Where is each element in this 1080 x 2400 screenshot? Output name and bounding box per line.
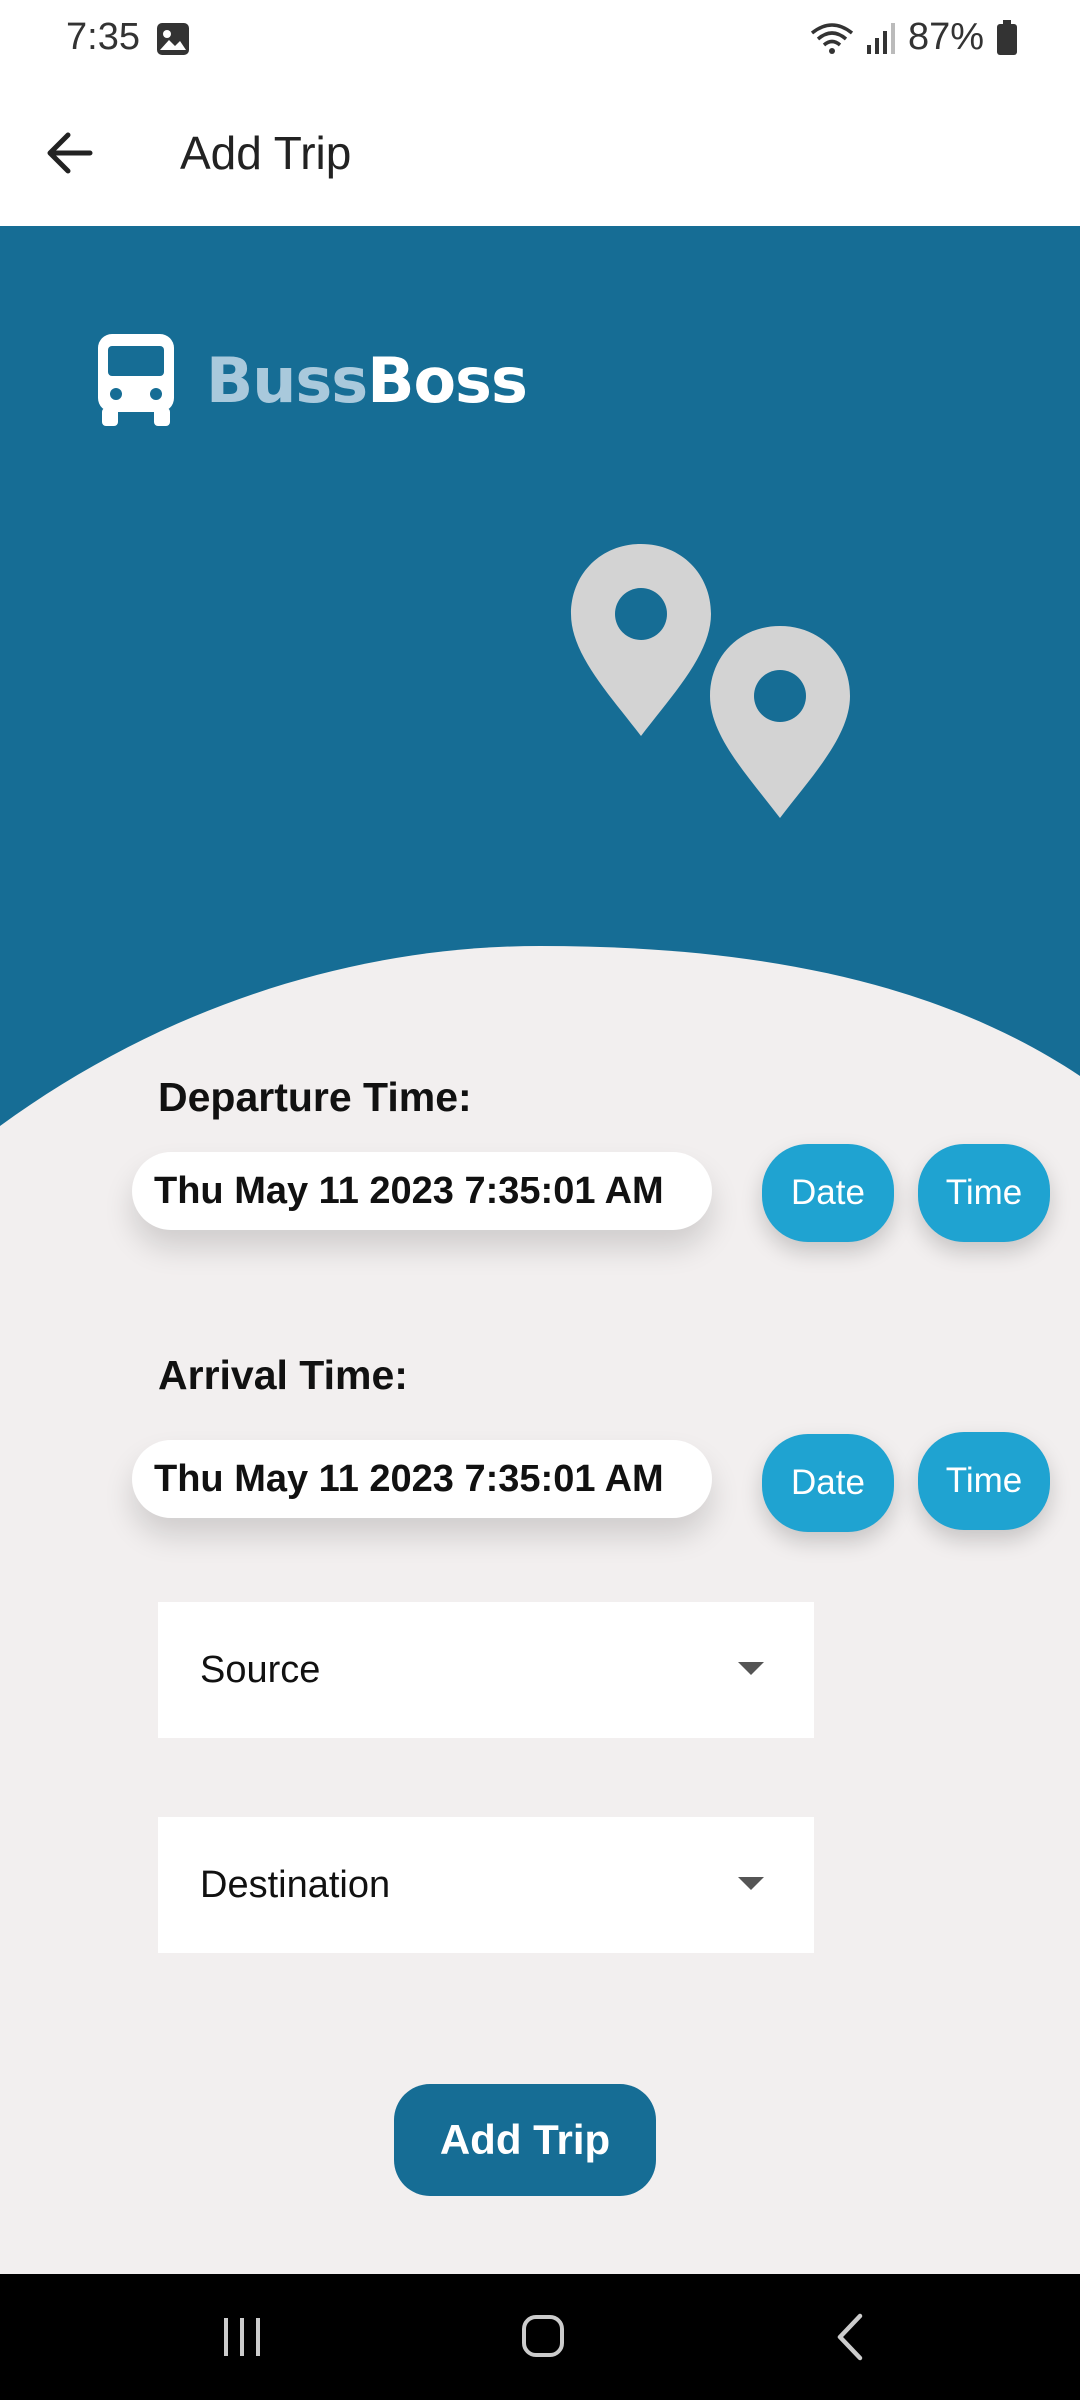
logo-text-boss: Boss [367, 344, 528, 417]
battery-icon [997, 19, 1017, 55]
arrival-datetime-field[interactable]: Thu May 11 2023 7:35:01 AM [132, 1440, 712, 1518]
app-bar: Add Trip [0, 80, 1080, 226]
recent-apps-icon[interactable] [220, 2312, 264, 2362]
system-nav-bar [0, 2274, 1080, 2400]
bus-icon [98, 334, 174, 426]
status-icons: 87% [810, 16, 1018, 59]
wifi-icon [810, 22, 854, 54]
home-icon[interactable] [520, 2312, 568, 2362]
app-logo: BussBoss [206, 344, 528, 417]
departure-datetime-field[interactable]: Thu May 11 2023 7:35:01 AM [132, 1152, 712, 1230]
add-trip-button[interactable]: Add Trip [394, 2084, 656, 2196]
arrival-label: Arrival Time: [158, 1352, 408, 1398]
arrival-time-button[interactable]: Time [918, 1432, 1050, 1530]
source-dropdown[interactable]: Source [158, 1602, 814, 1738]
hero-banner: BussBoss [0, 226, 1080, 1126]
battery-percentage: 87% [907, 16, 984, 58]
source-dropdown-label: Source [200, 1648, 321, 1691]
arrow-left-icon [47, 132, 93, 174]
back-button[interactable] [40, 120, 100, 186]
destination-dropdown-label: Destination [200, 1863, 391, 1906]
back-icon[interactable] [830, 2312, 870, 2362]
signal-icon [866, 22, 895, 54]
chevron-down-icon [738, 1877, 764, 1890]
departure-time-button[interactable]: Time [918, 1144, 1050, 1242]
page-title: Add Trip [180, 127, 352, 179]
map-pins-icon [571, 544, 850, 818]
logo-text-buss: Buss [206, 344, 368, 417]
departure-label: Departure Time: [158, 1074, 472, 1120]
destination-dropdown[interactable]: Destination [158, 1817, 814, 1953]
chevron-down-icon [738, 1662, 764, 1675]
status-bar: 7:35 87% [0, 0, 1080, 80]
status-time: 7:35 [66, 16, 140, 58]
arrival-date-button[interactable]: Date [762, 1434, 894, 1532]
image-icon [157, 23, 189, 55]
departure-date-button[interactable]: Date [762, 1144, 894, 1242]
